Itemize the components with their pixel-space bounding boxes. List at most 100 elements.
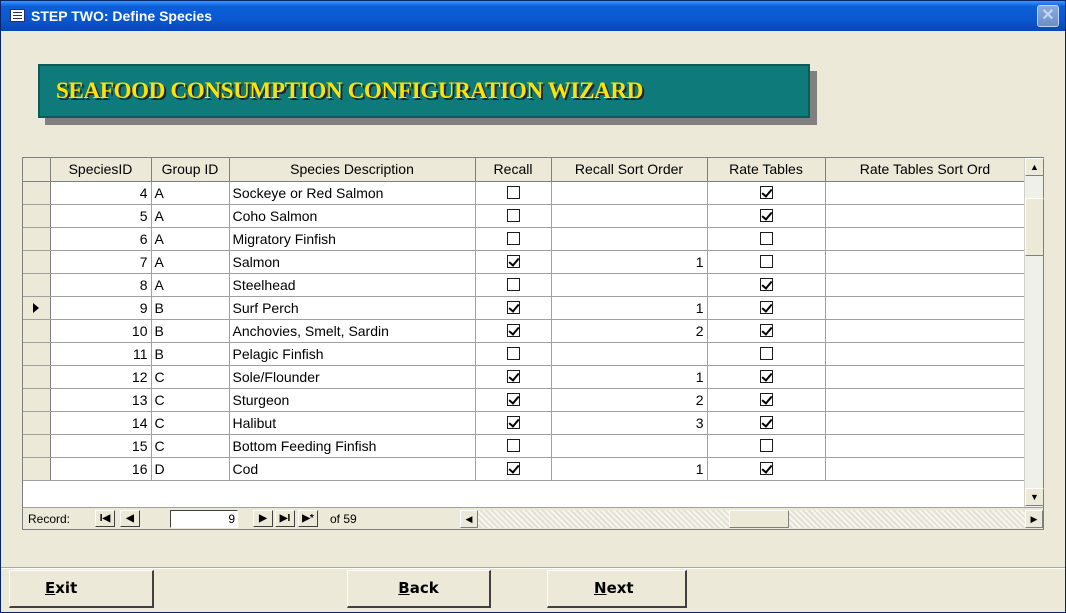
rate-tables-checkbox[interactable] (759, 438, 773, 452)
select-all-corner[interactable] (23, 158, 51, 182)
rate-tables-checkbox[interactable] (759, 277, 773, 291)
form-icon[interactable] (10, 9, 25, 22)
species-id-cell[interactable]: 8 (50, 273, 152, 297)
rate-tables-checkbox[interactable] (759, 323, 773, 337)
rate-tables-checkbox[interactable] (759, 208, 773, 222)
column-header[interactable]: Recall Sort Order (551, 158, 708, 182)
rate-tables-sort-order-cell[interactable] (825, 457, 1026, 481)
record-selector[interactable] (23, 365, 51, 389)
species-description-cell[interactable]: Migratory Finfish (229, 227, 476, 251)
recall-sort-order-cell[interactable] (551, 342, 708, 366)
group-id-cell[interactable]: A (151, 250, 230, 274)
record-number-input[interactable]: 9 (170, 510, 238, 528)
rate-tables-cell[interactable] (707, 411, 826, 435)
rate-tables-sort-order-cell[interactable] (825, 296, 1026, 320)
recall-checkbox[interactable] (506, 185, 520, 199)
rate-tables-cell[interactable] (707, 181, 826, 205)
recall-sort-order-cell[interactable]: 3 (551, 411, 708, 435)
species-id-cell[interactable]: 10 (50, 319, 152, 343)
first-record-button[interactable]: I◀ (95, 510, 115, 527)
species-id-cell[interactable]: 9 (50, 296, 152, 320)
recall-cell[interactable] (475, 227, 552, 251)
column-header[interactable]: Recall (475, 158, 552, 182)
recall-checkbox[interactable] (506, 254, 520, 268)
previous-record-button[interactable]: ◀ (120, 510, 140, 527)
species-description-cell[interactable]: Cod (229, 457, 476, 481)
group-id-cell[interactable]: C (151, 388, 230, 412)
recall-cell[interactable] (475, 388, 552, 412)
recall-cell[interactable] (475, 411, 552, 435)
species-description-cell[interactable]: Surf Perch (229, 296, 476, 320)
group-id-cell[interactable]: A (151, 181, 230, 205)
group-id-cell[interactable]: C (151, 411, 230, 435)
species-id-cell[interactable]: 13 (50, 388, 152, 412)
rate-tables-sort-order-cell[interactable] (825, 434, 1026, 458)
rate-tables-checkbox[interactable] (759, 461, 773, 475)
rate-tables-cell[interactable] (707, 434, 826, 458)
rate-tables-sort-order-cell[interactable] (825, 273, 1026, 297)
species-description-cell[interactable]: Steelhead (229, 273, 476, 297)
group-id-cell[interactable]: B (151, 296, 230, 320)
horizontal-scroll-thumb[interactable] (729, 510, 789, 528)
species-description-cell[interactable]: Anchovies, Smelt, Sardin (229, 319, 476, 343)
recall-checkbox[interactable] (506, 415, 520, 429)
next-button[interactable]: Next (547, 570, 687, 608)
recall-sort-order-cell[interactable] (551, 434, 708, 458)
table-row[interactable]: 6 A Migratory Finfish (23, 227, 1026, 251)
group-id-cell[interactable]: C (151, 365, 230, 389)
rate-tables-checkbox[interactable] (759, 254, 773, 268)
table-row[interactable]: 5 A Coho Salmon (23, 204, 1026, 228)
record-selector[interactable] (23, 388, 51, 412)
species-id-cell[interactable]: 5 (50, 204, 152, 228)
rate-tables-cell[interactable] (707, 388, 826, 412)
rate-tables-sort-order-cell[interactable] (825, 365, 1026, 389)
table-row[interactable]: 11 B Pelagic Finfish (23, 342, 1026, 366)
record-selector[interactable] (23, 204, 51, 228)
species-description-cell[interactable]: Salmon (229, 250, 476, 274)
rate-tables-checkbox[interactable] (759, 231, 773, 245)
record-selector[interactable] (23, 296, 51, 320)
rate-tables-cell[interactable] (707, 319, 826, 343)
record-selector[interactable] (23, 227, 51, 251)
group-id-cell[interactable]: D (151, 457, 230, 481)
table-row[interactable]: 12 C Sole/Flounder 1 (23, 365, 1026, 389)
recall-checkbox[interactable] (506, 438, 520, 452)
scroll-down-button[interactable]: ▼ (1025, 488, 1044, 506)
group-id-cell[interactable]: B (151, 319, 230, 343)
rate-tables-sort-order-cell[interactable] (825, 388, 1026, 412)
recall-checkbox[interactable] (506, 277, 520, 291)
species-description-cell[interactable]: Coho Salmon (229, 204, 476, 228)
rate-tables-cell[interactable] (707, 204, 826, 228)
recall-sort-order-cell[interactable]: 1 (551, 457, 708, 481)
species-description-cell[interactable]: Sockeye or Red Salmon (229, 181, 476, 205)
next-record-button[interactable]: ▶ (253, 510, 273, 527)
column-header[interactable]: Rate Tables (707, 158, 826, 182)
recall-checkbox[interactable] (506, 392, 520, 406)
recall-cell[interactable] (475, 204, 552, 228)
species-id-cell[interactable]: 16 (50, 457, 152, 481)
recall-cell[interactable] (475, 250, 552, 274)
recall-checkbox[interactable] (506, 300, 520, 314)
rate-tables-cell[interactable] (707, 227, 826, 251)
rate-tables-sort-order-cell[interactable] (825, 181, 1026, 205)
rate-tables-checkbox[interactable] (759, 415, 773, 429)
column-header[interactable]: Rate Tables Sort Ord (825, 158, 1026, 182)
table-row[interactable]: 10 B Anchovies, Smelt, Sardin 2 (23, 319, 1026, 343)
recall-cell[interactable] (475, 342, 552, 366)
group-id-cell[interactable]: A (151, 204, 230, 228)
rate-tables-cell[interactable] (707, 365, 826, 389)
title-bar[interactable]: STEP TWO: Define Species ✕ (1, 1, 1065, 31)
record-selector[interactable] (23, 319, 51, 343)
species-id-cell[interactable]: 15 (50, 434, 152, 458)
species-description-cell[interactable]: Bottom Feeding Finfish (229, 434, 476, 458)
recall-sort-order-cell[interactable] (551, 273, 708, 297)
group-id-cell[interactable]: A (151, 273, 230, 297)
recall-checkbox[interactable] (506, 461, 520, 475)
species-id-cell[interactable]: 14 (50, 411, 152, 435)
column-header[interactable]: Group ID (151, 158, 230, 182)
recall-cell[interactable] (475, 273, 552, 297)
rate-tables-checkbox[interactable] (759, 346, 773, 360)
recall-sort-order-cell[interactable]: 2 (551, 388, 708, 412)
rate-tables-cell[interactable] (707, 342, 826, 366)
table-row[interactable]: 13 C Sturgeon 2 (23, 388, 1026, 412)
